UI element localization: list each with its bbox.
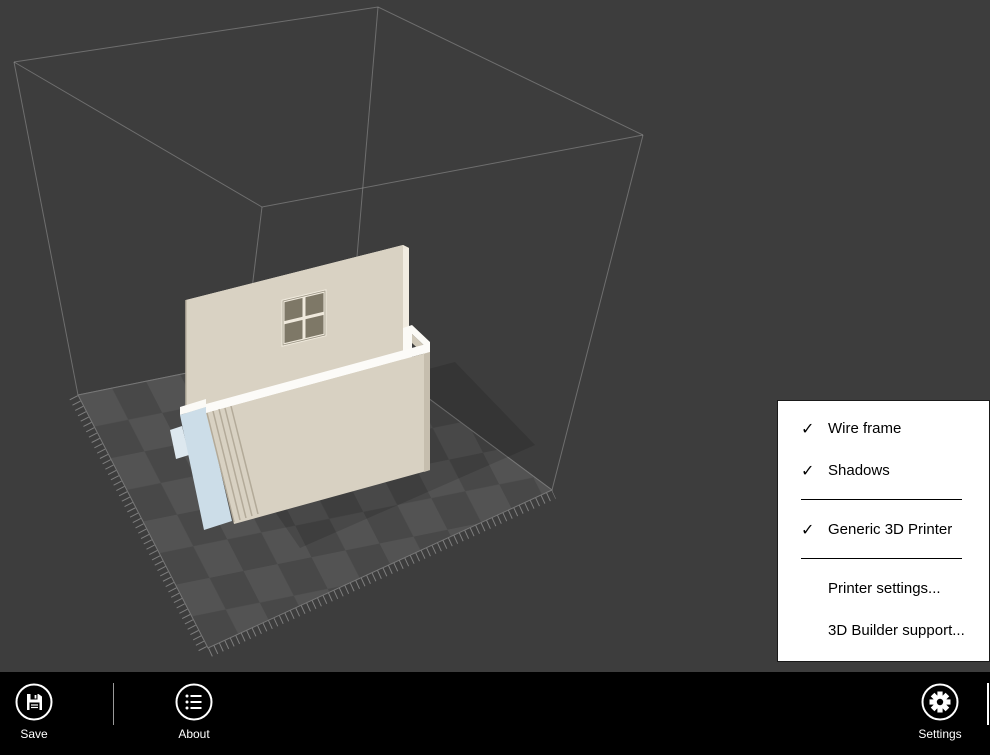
save-button[interactable]: Save [2,682,66,741]
menu-item-shadows[interactable]: ✓ Shadows [778,449,989,491]
about-button-label: About [178,727,210,741]
menu-item-printer-settings[interactable]: Printer settings... [778,567,989,609]
menu-item-wire-frame[interactable]: ✓ Wire frame [778,407,989,449]
menu-divider [801,558,962,559]
about-list-icon [174,682,214,722]
menu-item-label: Generic 3D Printer [828,520,953,538]
model-window [281,289,327,347]
settings-button[interactable]: Settings [908,682,972,741]
save-icon [14,682,54,722]
menu-item-label: Shadows [828,461,890,479]
menu-divider [801,499,962,500]
menu-item-label: 3D Builder support... [828,621,965,639]
gear-icon [920,682,960,722]
app-window: ✓ Wire frame ✓ Shadows ✓ Generic 3D Prin… [0,0,990,755]
settings-flyout: ✓ Wire frame ✓ Shadows ✓ Generic 3D Prin… [777,400,990,662]
checkmark-icon: ✓ [801,418,815,438]
checkmark-icon: ✓ [801,460,815,480]
settings-button-label: Settings [918,727,962,741]
app-bar: Save About Settings [0,672,990,755]
menu-item-3d-builder-support[interactable]: 3D Builder support... [778,609,989,651]
menu-item-generic-3d-printer[interactable]: ✓ Generic 3D Printer [778,508,989,550]
menu-item-label: Printer settings... [828,579,941,597]
appbar-divider [987,683,989,725]
checkmark-icon: ✓ [801,519,815,539]
save-button-label: Save [20,727,48,741]
appbar-divider [113,683,114,725]
about-button[interactable]: About [162,682,226,741]
menu-item-label: Wire frame [828,419,902,437]
